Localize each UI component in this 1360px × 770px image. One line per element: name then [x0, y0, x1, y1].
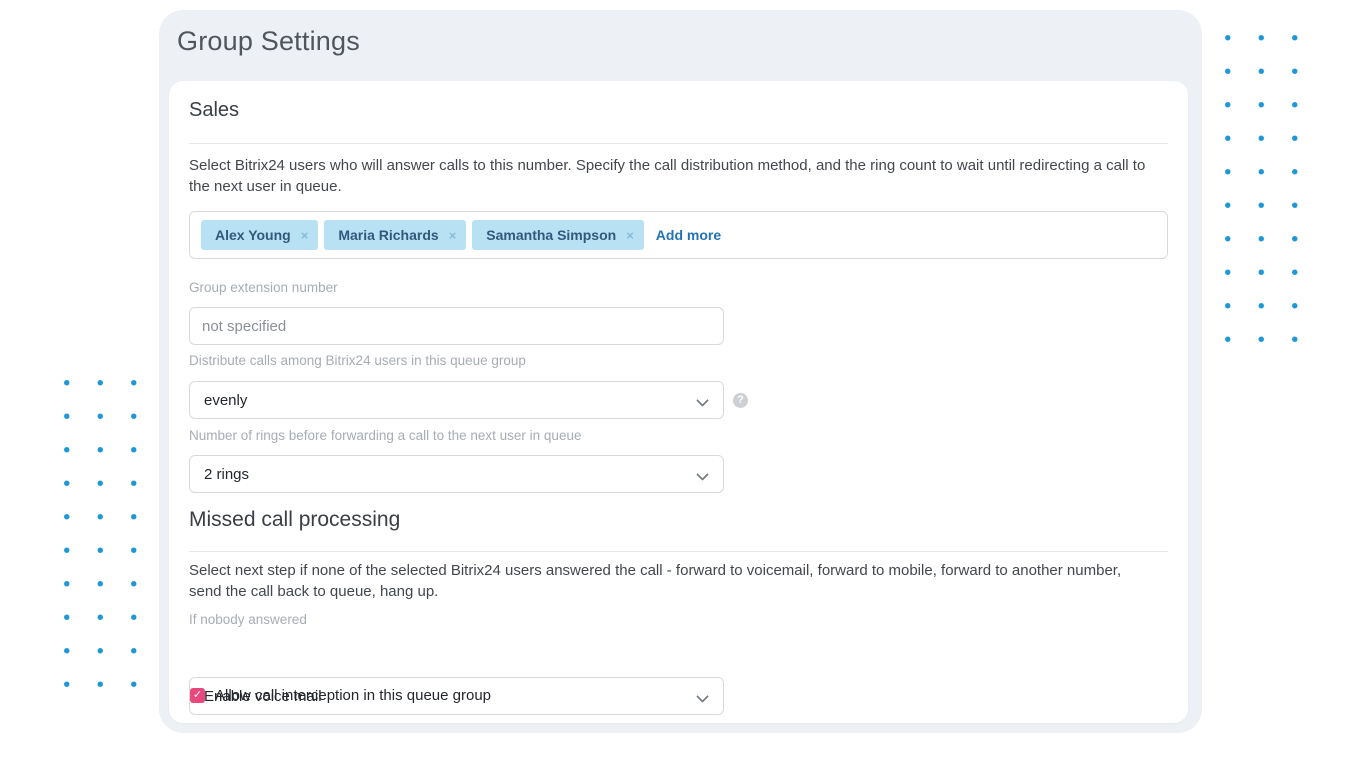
distribution-select[interactable]: evenly — [189, 381, 724, 419]
member-name: Samantha Simpson — [486, 227, 616, 243]
remove-member-icon[interactable]: × — [626, 229, 634, 242]
distribution-value: evenly — [204, 392, 247, 409]
divider — [189, 143, 1168, 144]
chevron-down-icon — [696, 394, 709, 407]
nobody-answered-label: If nobody answered — [189, 612, 307, 627]
queue-description: Select Bitrix24 users who will answer ca… — [189, 155, 1154, 197]
page: Group Settings Sales Select Bitrix24 use… — [0, 0, 1360, 770]
decor-dots-right — [1211, 21, 1312, 356]
settings-content: Sales Select Bitrix24 users who will ans… — [189, 0, 1168, 770]
chevron-down-icon — [696, 690, 709, 703]
decor-dots-left — [50, 366, 151, 701]
extension-input[interactable] — [189, 307, 724, 345]
member-chip[interactable]: Alex Young × — [201, 220, 318, 250]
distribution-label: Distribute calls among Bitrix24 users in… — [189, 353, 526, 368]
add-more-link[interactable]: Add more — [656, 227, 721, 243]
interception-checkbox[interactable]: ✓ — [190, 688, 205, 703]
queue-members-field[interactable]: Alex Young × Maria Richards × Samantha S… — [189, 211, 1168, 259]
rings-value: 2 rings — [204, 466, 249, 483]
divider — [189, 551, 1168, 552]
member-chip[interactable]: Maria Richards × — [324, 220, 466, 250]
remove-member-icon[interactable]: × — [301, 229, 309, 242]
help-icon[interactable]: ? — [733, 393, 748, 408]
member-name: Maria Richards — [338, 227, 438, 243]
interception-option[interactable]: ✓ Allow call interception in this queue … — [190, 687, 491, 704]
rings-select[interactable]: 2 rings — [189, 455, 724, 493]
remove-member-icon[interactable]: × — [449, 229, 457, 242]
interception-label: Allow call interception in this queue gr… — [215, 687, 491, 704]
missed-call-description: Select next step if none of the selected… — [189, 560, 1154, 602]
extension-label: Group extension number — [189, 280, 338, 295]
rings-label: Number of rings before forwarding a call… — [189, 428, 581, 443]
group-name-heading: Sales — [189, 99, 239, 122]
member-chip[interactable]: Samantha Simpson × — [472, 220, 644, 250]
member-name: Alex Young — [215, 227, 291, 243]
missed-call-heading: Missed call processing — [189, 508, 400, 532]
chevron-down-icon — [696, 468, 709, 481]
check-icon: ✓ — [193, 690, 202, 701]
